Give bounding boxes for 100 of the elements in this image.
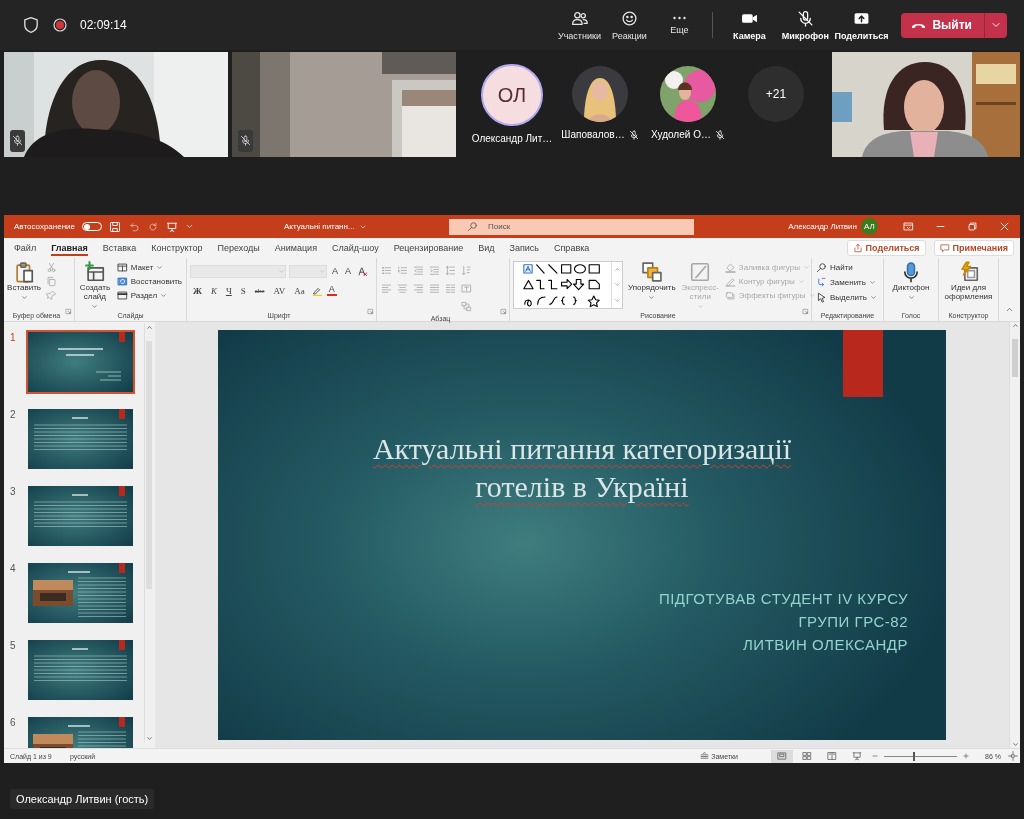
slide-subtitle: ЛИТВИН ОЛЕКСАНДР (743, 636, 908, 654)
slide-number: 5 (10, 639, 17, 653)
participant-name: Шаповалов… (561, 129, 625, 140)
view-button[interactable] (771, 749, 793, 763)
slide-thumbnail[interactable] (26, 330, 135, 394)
scrollbar[interactable] (144, 324, 153, 742)
align-right-icon (413, 283, 424, 294)
font-size-button[interactable]: A (343, 267, 354, 276)
ribbon-tab[interactable]: Конструктор (145, 240, 209, 256)
increase-indent-icon (429, 265, 440, 276)
ribbon-tab[interactable]: Файл (8, 240, 43, 256)
more-participants-button[interactable]: +21 (748, 66, 804, 122)
ribbon-button[interactable]: Восстановить (115, 275, 183, 288)
columns-icon (445, 283, 456, 294)
ribbon-tab[interactable]: Слайд-шоу (326, 240, 385, 256)
format-button[interactable]: Aa (291, 285, 308, 296)
slide-subtitle: ПІДГОТУВАВ СТУДЕНТ IV КУРСУ (658, 590, 908, 608)
ribbon-button[interactable]: Найти (815, 261, 878, 274)
numbered-list-icon (397, 265, 408, 276)
toolbar-button[interactable]: Участники (554, 9, 605, 41)
slide-subtitle: ГРУПИ ГРС-82 (798, 613, 908, 631)
chevron-down-icon (648, 293, 656, 301)
search-icon (816, 262, 827, 273)
presentation-icon (852, 751, 862, 761)
font-size-field[interactable] (289, 265, 327, 278)
participant-name: Худолей О… (651, 129, 711, 140)
scrollbar[interactable] (1009, 322, 1020, 748)
toolbar-button[interactable]: Реакции (604, 9, 655, 41)
document-title[interactable]: Актуальні питанн... (284, 222, 449, 231)
format-button[interactable]: Ч (222, 285, 235, 296)
search-box[interactable]: Поиск (449, 218, 694, 235)
format-button[interactable]: Ж (190, 285, 205, 296)
share-button[interactable]: Поделиться (846, 240, 926, 256)
ribbon-button[interactable]: Диктофон (887, 261, 935, 310)
toolbar-button[interactable]: Еще (654, 15, 705, 35)
scroll-down-icon (1011, 741, 1019, 748)
section-icon (116, 290, 128, 301)
styles-icon (689, 261, 712, 283)
align-center-icon (397, 283, 408, 294)
reset-icon (116, 276, 128, 287)
decrease-indent-icon (413, 265, 424, 276)
share-icon (852, 243, 863, 253)
ribbon-button[interactable]: Создать слайд (78, 261, 112, 310)
font-color-button[interactable]: A (326, 285, 337, 296)
slide-thumbnail[interactable] (26, 484, 135, 548)
ribbon-button[interactable]: Макет (115, 261, 183, 274)
phone-icon (911, 21, 927, 29)
ribbon-tab[interactable]: Анимация (268, 240, 323, 256)
slide-thumbnail[interactable] (26, 407, 135, 471)
leave-button[interactable]: Выйти (901, 12, 984, 38)
ribbon-button[interactable]: Идеи для оформления (942, 261, 995, 310)
ribbon-button[interactable]: Вставить (7, 261, 41, 310)
sort-icon (461, 265, 472, 276)
ribbon-tab[interactable]: Вид (472, 240, 501, 256)
layout-icon (116, 262, 128, 273)
normal-view-icon (777, 751, 787, 761)
format-button[interactable]: К (207, 285, 220, 296)
format-button[interactable]: S (237, 285, 249, 296)
ribbon-tab[interactable]: Справка (548, 240, 596, 256)
brush-icon (46, 290, 57, 301)
ribbon-button[interactable]: Заменить (815, 276, 878, 289)
ribbon-tab[interactable]: Переходы (211, 240, 266, 256)
ribbon-button[interactable]: Выделить (815, 291, 878, 304)
dropdown-button[interactable] (984, 12, 1007, 38)
pen-icon (724, 276, 736, 287)
chevron-down-icon (20, 293, 28, 301)
smiley-icon (620, 9, 638, 27)
ribbon-button[interactable]: Упорядочить (627, 261, 677, 310)
scroll-up-icon (145, 324, 153, 331)
toolbar-button[interactable]: Камера (721, 9, 778, 41)
slide-number: 4 (10, 562, 17, 576)
avatar: ОЛ (481, 64, 543, 126)
effects-icon (724, 290, 736, 301)
slide-thumbnail[interactable] (26, 561, 135, 625)
presenter-name: Олександр Литвин (гость) (10, 789, 155, 809)
ribbon-tab[interactable]: Главная (45, 240, 94, 256)
comments-button[interactable]: Примечания (933, 240, 1014, 256)
book-icon (827, 751, 837, 761)
chevron-down-icon (185, 222, 194, 231)
format-button[interactable]: AV (270, 285, 289, 296)
presentation-icon (166, 220, 178, 233)
font-size-button[interactable]: A (330, 267, 340, 276)
ribbon-tab[interactable]: Запись (503, 240, 545, 256)
ribbon-tab[interactable]: Вставка (96, 240, 143, 256)
ribbon-tab[interactable]: Рецензирование (387, 240, 470, 256)
slide-number: 3 (10, 485, 17, 499)
search-input[interactable]: Поиск (488, 219, 694, 234)
scroll-down-icon (145, 735, 153, 742)
slide-thumbnail[interactable] (26, 638, 135, 702)
font-name-field[interactable] (190, 265, 286, 278)
replace-icon (816, 277, 827, 288)
clear-formatting-icon (357, 266, 369, 277)
zoom-slider[interactable] (913, 751, 916, 761)
ribbon-button[interactable]: Раздел (115, 289, 183, 302)
toolbar-button[interactable]: Микрофон (777, 9, 834, 41)
copy-icon (46, 276, 57, 287)
comment-icon (939, 243, 950, 253)
toolbar-button[interactable]: Поделиться (833, 9, 890, 41)
chevron-down-icon (278, 268, 285, 275)
dialog-launcher-icon (500, 308, 507, 315)
